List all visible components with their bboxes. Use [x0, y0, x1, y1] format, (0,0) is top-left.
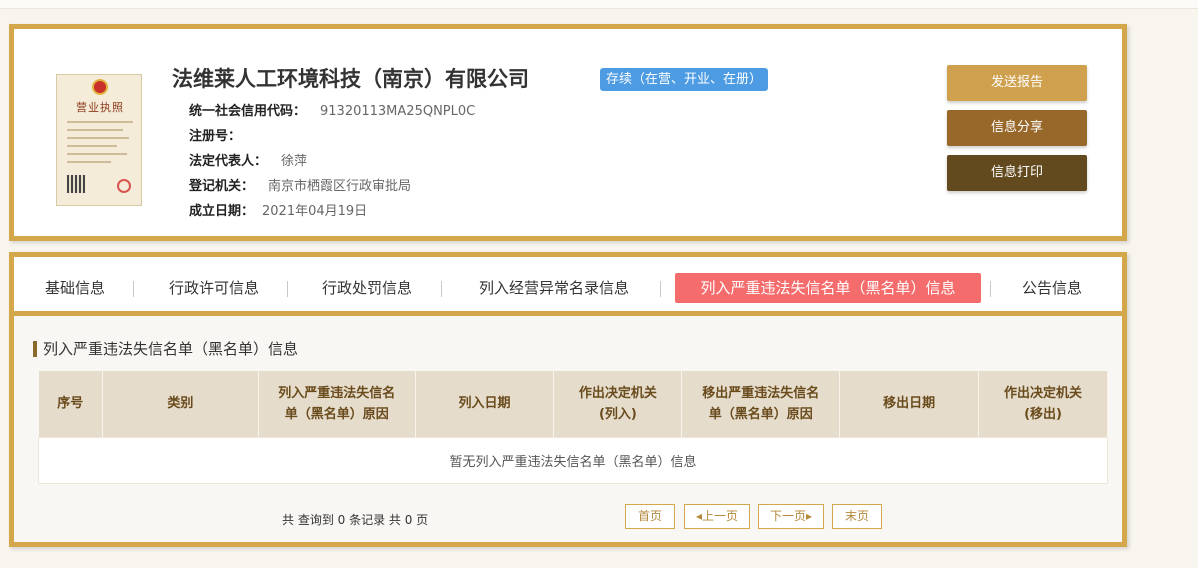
- license-title: 营业执照: [76, 101, 124, 114]
- license-line: [67, 145, 117, 147]
- col-header: 作出决定机关 (移出): [978, 371, 1108, 437]
- print-info-button[interactable]: 信息打印: [947, 155, 1087, 191]
- blacklist-table: 序号 类别 列入严重违法失信名 单（黑名单）原因 列入日期 作出决定机关 (列入) …: [38, 371, 1108, 484]
- share-info-button[interactable]: 信息分享: [947, 110, 1087, 146]
- tab-separator: [287, 281, 288, 297]
- tab-separator: [990, 281, 991, 297]
- license-line: [67, 137, 129, 139]
- col-header: 列入严重违法失信名 单（黑名单）原因: [258, 371, 416, 437]
- tab-admin-penalty[interactable]: 行政处罚信息: [317, 273, 417, 303]
- company-card: 营业执照 法维莱人工环境科技（南京）有限公司 存续（在营、开业、在册） 统一社会…: [9, 24, 1127, 241]
- col-header: 类别: [102, 371, 259, 437]
- prev-page-button[interactable]: ◂上一页: [684, 504, 750, 529]
- pagination-summary: 共 查询到 0 条记录 共 0 页: [282, 513, 429, 527]
- status-badge: 存续（在营、开业、在册）: [600, 68, 769, 91]
- table-header-row: 序号 类别 列入严重违法失信名 单（黑名单）原因 列入日期 作出决定机关 (列入) …: [38, 371, 1108, 437]
- empty-message: 暂无列入严重违法失信名单（黑名单）信息: [38, 436, 1108, 484]
- col-header: 作出决定机关 (列入): [553, 371, 683, 437]
- col-header: 移出严重违法失信名 单（黑名单）原因: [681, 371, 841, 437]
- info-panel: 基础信息 行政许可信息 行政处罚信息 列入经营异常名录信息 列入严重违法失信名单…: [9, 252, 1127, 547]
- seal-icon: [117, 179, 131, 193]
- tab-announcements[interactable]: 公告信息: [1019, 273, 1085, 303]
- tab-basic-info[interactable]: 基础信息: [42, 273, 108, 303]
- field-legal-rep: 法定代表人： 徐萍: [189, 154, 308, 169]
- col-header: 移出日期: [839, 371, 980, 437]
- field-authority: 登记机关： 南京市栖霞区行政审批局: [189, 179, 412, 194]
- caret-right-icon: ▸: [805, 509, 813, 523]
- tab-abnormal-list[interactable]: 列入经营异常名录信息: [471, 273, 637, 303]
- license-line: [67, 153, 127, 155]
- field-reg-number: 注册号：: [189, 129, 242, 144]
- company-name: 法维莱人工环境科技（南京）有限公司: [172, 67, 529, 91]
- send-report-button[interactable]: 发送报告: [947, 65, 1087, 101]
- tab-admin-license[interactable]: 行政许可信息: [164, 273, 264, 303]
- first-page-button[interactable]: 首页: [625, 504, 675, 529]
- top-strip: [0, 0, 1198, 9]
- national-emblem-icon: [92, 79, 108, 95]
- license-line: [67, 161, 111, 163]
- tab-blacklist[interactable]: 列入严重违法失信名单（黑名单）信息: [675, 273, 981, 303]
- tab-separator: [133, 281, 134, 297]
- tab-separator: [441, 281, 442, 297]
- tab-separator: [660, 281, 661, 297]
- license-line: [67, 121, 133, 123]
- table-row: 暂无列入严重违法失信名单（黑名单）信息: [38, 436, 1108, 484]
- last-page-button[interactable]: 末页: [832, 504, 882, 529]
- field-established: 成立日期： 2021年04月19日: [189, 204, 368, 219]
- license-line: [67, 129, 123, 131]
- section-title: 列入严重违法失信名单（黑名单）信息: [33, 341, 298, 357]
- col-header: 序号: [38, 371, 103, 437]
- tab-bar: 基础信息 行政许可信息 行政处罚信息 列入经营异常名录信息 列入严重违法失信名单…: [14, 257, 1122, 316]
- qr-code-icon: [67, 175, 85, 193]
- business-license-image: 营业执照: [56, 74, 142, 206]
- field-credit-code: 统一社会信用代码： 91320113MA25QNPL0C: [189, 104, 476, 119]
- next-page-button[interactable]: 下一页▸: [758, 504, 824, 529]
- col-header: 列入日期: [415, 371, 555, 437]
